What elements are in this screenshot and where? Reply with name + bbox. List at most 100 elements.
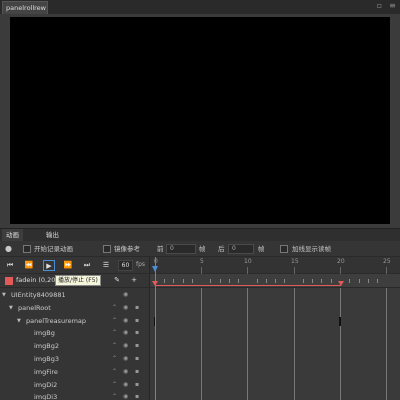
ruler-tick	[247, 267, 248, 274]
eye-icon[interactable]: ◉	[123, 391, 128, 400]
prev-frame-button[interactable]: ⏪	[23, 260, 35, 271]
lock-icon[interactable]: ▪	[135, 353, 139, 366]
tree-label: imgDi3	[34, 393, 58, 400]
clip-end-marker[interactable]	[338, 281, 344, 286]
playhead-handle[interactable]	[152, 266, 158, 272]
tree-row-imgdi2[interactable]: imgDi2 ⌃ ◉ ▪	[0, 379, 150, 392]
lock-icon[interactable]: ▪	[135, 379, 139, 392]
edit-clip-icon[interactable]: ✎	[111, 275, 123, 286]
ruler-tick	[294, 267, 295, 274]
grid-line	[340, 288, 341, 400]
frame-tick	[368, 279, 369, 283]
tree-row-imgbg3[interactable]: imgBg3 ⌃ ◉ ▪	[0, 353, 150, 366]
lock-icon[interactable]: ▪	[135, 391, 139, 400]
restore-icon[interactable]: ▫	[374, 0, 385, 11]
lock-icon[interactable]: ▪	[135, 340, 139, 353]
chevron-icon[interactable]: ⌃	[112, 327, 117, 340]
eye-icon[interactable]: ◉	[123, 289, 128, 302]
add-clip-icon[interactable]: +	[128, 275, 140, 286]
expand-arrow-icon[interactable]: ▼	[17, 315, 21, 328]
menu-icon[interactable]: ≡	[387, 0, 398, 11]
eye-icon[interactable]: ◉	[123, 353, 128, 366]
tree-row-imgdi3[interactable]: imgDi3 ⌃ ◉ ▪	[0, 391, 150, 400]
tree-label: imgFire	[34, 367, 58, 376]
menu-list-icon[interactable]: ☰	[100, 260, 112, 271]
play-button[interactable]: ▶	[43, 260, 55, 271]
tree-row-imgbg2[interactable]: imgBg2 ⌃ ◉ ▪	[0, 340, 150, 353]
expand-arrow-icon[interactable]: ▼	[9, 302, 13, 315]
clip-selector[interactable]: fadein (0,20) 播放/停止 (F5) ✎ +	[0, 274, 150, 288]
tree-row-imgfire[interactable]: imgFire ⌃ ◉ ▪	[0, 366, 150, 379]
fps-input[interactable]: 60	[118, 260, 133, 271]
frame-tick	[173, 279, 174, 283]
eye-icon[interactable]: ◉	[123, 366, 128, 379]
eye-icon[interactable]: ◉	[123, 327, 128, 340]
node-tree: ▼ UIEntity8409881 ◉ ▼ panelRoot ⌃ ◉ ▪ ▼ …	[0, 289, 150, 400]
document-tab-bar: panelrollrew ▫ ≡	[0, 0, 400, 14]
timeline-ruler[interactable]: 0 5 10 15 20 25	[150, 257, 400, 274]
chevron-icon[interactable]: ⌃	[112, 340, 117, 353]
frame-tick	[257, 279, 258, 283]
chevron-icon[interactable]: ⌃	[112, 391, 117, 400]
frame-tick	[321, 279, 322, 283]
frame-tick	[284, 279, 285, 283]
document-tab[interactable]: panelrollrew	[2, 1, 48, 14]
tree-label: UIEntity8409881	[11, 291, 66, 299]
scene-canvas[interactable]	[10, 17, 390, 224]
lock-icon[interactable]: ▪	[135, 302, 139, 315]
playhead[interactable]	[155, 257, 156, 400]
tab-animation-label: 动画	[6, 231, 19, 239]
first-frame-button[interactable]: ⏮	[4, 260, 16, 271]
hover-checkbox[interactable]	[280, 245, 288, 253]
panel-tabs: 动画 输出	[0, 228, 400, 242]
tree-label: panelTreasuremap	[26, 316, 87, 325]
record-checkbox[interactable]	[23, 245, 31, 253]
lock-icon[interactable]: ▪	[135, 366, 139, 379]
keyframe-end[interactable]	[339, 317, 341, 326]
scene-view	[0, 14, 400, 228]
frame-tick	[229, 279, 230, 283]
chevron-icon[interactable]: ⌃	[112, 366, 117, 379]
frame-tick	[183, 279, 184, 283]
next-frames-input[interactable]: 0	[228, 244, 254, 254]
eye-icon[interactable]: ◉	[123, 315, 128, 328]
frame-tick	[331, 279, 332, 283]
onion-checkbox[interactable]	[103, 245, 111, 253]
tree-row-paneltreasuremap[interactable]: ▼ panelTreasuremap ⌃ ◉ ▪	[0, 315, 150, 328]
grid-line	[247, 288, 248, 400]
chevron-icon[interactable]: ⌃	[112, 302, 117, 315]
frame-tick	[238, 279, 239, 283]
animation-options-bar: ● 开始记录动画 镜像参考 前 0 帧 后 0 帧 加线显示读帧	[0, 241, 400, 257]
tick-label-15: 15	[291, 258, 299, 265]
lock-icon[interactable]: ▪	[135, 315, 139, 328]
key-dot-icon[interactable]: ●	[5, 244, 12, 254]
prev-frames-input[interactable]: 0	[166, 244, 196, 254]
frame-tick	[210, 279, 211, 283]
eye-icon[interactable]: ◉	[123, 340, 128, 353]
frame-tick	[164, 279, 165, 283]
next-frames-label: 后	[218, 245, 225, 253]
chevron-icon[interactable]: ⌃	[112, 379, 117, 392]
expand-arrow-icon[interactable]: ▼	[2, 289, 6, 302]
grid-line	[294, 288, 295, 400]
lock-icon[interactable]: ▪	[135, 327, 139, 340]
chevron-icon[interactable]: ⌃	[112, 353, 117, 366]
tree-row-uientity[interactable]: ▼ UIEntity8409881 ◉	[0, 289, 150, 302]
chevron-icon[interactable]: ⌃	[112, 315, 117, 328]
next-frame-button[interactable]: ⏩	[62, 260, 74, 271]
record-label: 开始记录动画	[34, 245, 73, 253]
tree-row-panelroot[interactable]: ▼ panelRoot ⌃ ◉ ▪	[0, 302, 150, 315]
tree-row-imgbg[interactable]: imgBg ⌃ ◉ ▪	[0, 327, 150, 340]
eye-icon[interactable]: ◉	[123, 379, 128, 392]
clip-name: fadein (0,20)	[16, 276, 58, 284]
document-tab-title: panelrollrew	[6, 4, 46, 12]
tab-output-label: 输出	[46, 231, 59, 239]
frame-tick	[312, 279, 313, 283]
grid-line	[386, 288, 387, 400]
play-tooltip: 播放/停止 (F5)	[55, 275, 101, 286]
eye-icon[interactable]: ◉	[123, 302, 128, 315]
last-frame-button[interactable]: ⏭	[81, 260, 93, 271]
frame-tick	[377, 279, 378, 283]
timeline-panel[interactable]: 0 5 10 15 20 25	[150, 257, 400, 400]
ruler-tick	[201, 267, 202, 274]
